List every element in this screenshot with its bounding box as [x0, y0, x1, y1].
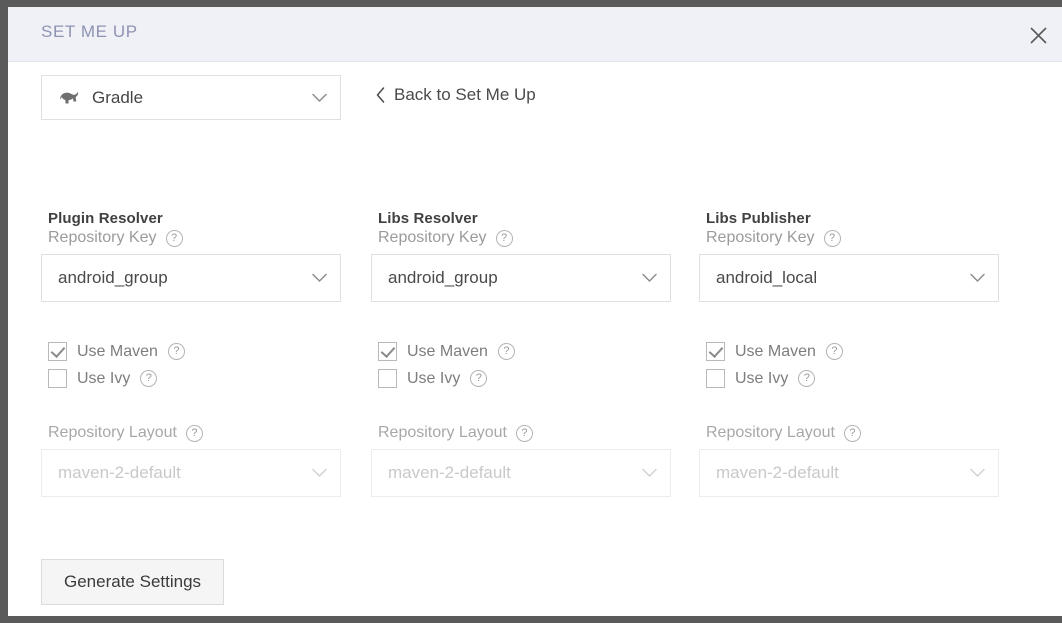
repository-key-label: Repository Key: [48, 229, 157, 246]
modal-header: SET ME UP: [8, 7, 1062, 62]
column-title: Libs Resolver: [378, 210, 478, 227]
help-icon[interactable]: ?: [823, 229, 841, 247]
column-title: Libs Publisher: [706, 210, 811, 227]
chevron-down-icon: [970, 273, 985, 283]
back-to-set-me-up-link[interactable]: Back to Set Me Up: [376, 85, 536, 105]
use-maven-row: Use Maven ?: [48, 342, 341, 361]
help-icon[interactable]: ?: [185, 424, 203, 442]
repository-key-select[interactable]: android_local: [699, 254, 999, 302]
use-ivy-checkbox[interactable]: [48, 369, 67, 388]
column-libs-publisher: Libs Publisher Repository Key ? android_…: [699, 210, 999, 497]
repository-key-label-group: Repository Key ?: [378, 229, 671, 247]
repository-layout-label: Repository Layout: [48, 424, 177, 441]
resolver-checkbox-group: Use Maven ? Use Ivy ?: [48, 342, 341, 388]
repository-key-select[interactable]: android_group: [371, 254, 671, 302]
chevron-down-icon: [312, 468, 327, 478]
back-to-set-me-up-label: Back to Set Me Up: [394, 85, 536, 104]
use-ivy-label[interactable]: Use Ivy: [407, 370, 460, 388]
help-icon[interactable]: ?: [165, 229, 183, 247]
repository-layout-label: Repository Layout: [378, 424, 507, 441]
use-ivy-row: Use Ivy ?: [48, 369, 341, 388]
repository-key-label: Repository Key: [706, 229, 815, 246]
toolbar-row: Gradle Back to Set Me Up: [8, 75, 1062, 125]
help-icon[interactable]: ?: [798, 370, 816, 387]
use-maven-checkbox[interactable]: [706, 342, 725, 361]
repository-layout-label: Repository Layout: [706, 424, 835, 441]
repository-layout-label-group: Repository Layout ?: [378, 424, 671, 442]
resolver-checkbox-group: Use Maven ? Use Ivy ?: [706, 342, 999, 388]
page-title: SET ME UP: [41, 22, 138, 41]
help-icon[interactable]: ?: [515, 424, 533, 442]
help-icon[interactable]: ?: [140, 370, 158, 387]
use-maven-row: Use Maven ?: [378, 342, 671, 361]
chevron-down-icon: [642, 468, 657, 478]
repository-key-label: Repository Key: [378, 229, 487, 246]
chevron-left-icon: [376, 87, 385, 103]
repository-key-value: android_local: [716, 268, 818, 287]
generate-settings-button[interactable]: Generate Settings: [41, 559, 225, 605]
resolver-checkbox-group: Use Maven ? Use Ivy ?: [378, 342, 671, 388]
repository-key-label-group: Repository Key ?: [48, 229, 341, 247]
chevron-down-icon: [970, 468, 985, 478]
column-libs-resolver: Libs Resolver Repository Key ? android_g…: [371, 210, 671, 497]
use-maven-label[interactable]: Use Maven: [77, 343, 158, 361]
use-maven-checkbox[interactable]: [378, 342, 397, 361]
use-maven-row: Use Maven ?: [706, 342, 999, 361]
use-maven-label[interactable]: Use Maven: [407, 343, 488, 361]
column-title: Plugin Resolver: [48, 210, 163, 227]
repository-layout-select: maven-2-default: [41, 449, 341, 497]
set-me-up-modal: SET ME UP Gradle Back to Set Me Up Plugi…: [8, 7, 1062, 616]
repository-layout-value: maven-2-default: [716, 463, 839, 482]
use-maven-checkbox[interactable]: [48, 342, 67, 361]
use-maven-label[interactable]: Use Maven: [735, 343, 816, 361]
chevron-down-icon: [312, 93, 327, 102]
build-tool-select-value: Gradle: [92, 87, 144, 107]
repository-layout-value: maven-2-default: [388, 463, 511, 482]
use-ivy-checkbox[interactable]: [378, 369, 397, 388]
use-ivy-label[interactable]: Use Ivy: [735, 370, 788, 388]
chevron-down-icon: [312, 273, 327, 283]
modal-body: Gradle Back to Set Me Up Plugin Resolver…: [8, 62, 1062, 615]
repository-layout-value: maven-2-default: [58, 463, 181, 482]
repository-layout-select: maven-2-default: [699, 449, 999, 497]
use-ivy-row: Use Ivy ?: [706, 369, 999, 388]
repository-layout-label-group: Repository Layout ?: [48, 424, 341, 442]
help-icon[interactable]: ?: [495, 229, 513, 247]
use-ivy-checkbox[interactable]: [706, 369, 725, 388]
repository-layout-label-group: Repository Layout ?: [706, 424, 999, 442]
use-ivy-label[interactable]: Use Ivy: [77, 370, 130, 388]
help-icon[interactable]: ?: [825, 343, 843, 360]
repository-layout-block: Repository Layout ? maven-2-default: [371, 424, 671, 497]
close-icon[interactable]: [1021, 18, 1055, 52]
help-icon[interactable]: ?: [470, 370, 488, 387]
column-plugin-resolver: Plugin Resolver Repository Key ? android…: [41, 210, 341, 497]
help-icon[interactable]: ?: [843, 424, 861, 442]
gradle-elephant-icon: [58, 88, 82, 108]
repository-layout-block: Repository Layout ? maven-2-default: [41, 424, 341, 497]
repository-layout-select: maven-2-default: [371, 449, 671, 497]
repository-key-select[interactable]: android_group: [41, 254, 341, 302]
chevron-down-icon: [642, 273, 657, 283]
repository-key-value: android_group: [388, 268, 498, 287]
help-icon[interactable]: ?: [167, 343, 185, 360]
repository-key-label-group: Repository Key ?: [706, 229, 999, 247]
repository-layout-block: Repository Layout ? maven-2-default: [699, 424, 999, 497]
build-tool-select[interactable]: Gradle: [41, 75, 341, 120]
use-ivy-row: Use Ivy ?: [378, 369, 671, 388]
repository-key-value: android_group: [58, 268, 168, 287]
help-icon[interactable]: ?: [497, 343, 515, 360]
